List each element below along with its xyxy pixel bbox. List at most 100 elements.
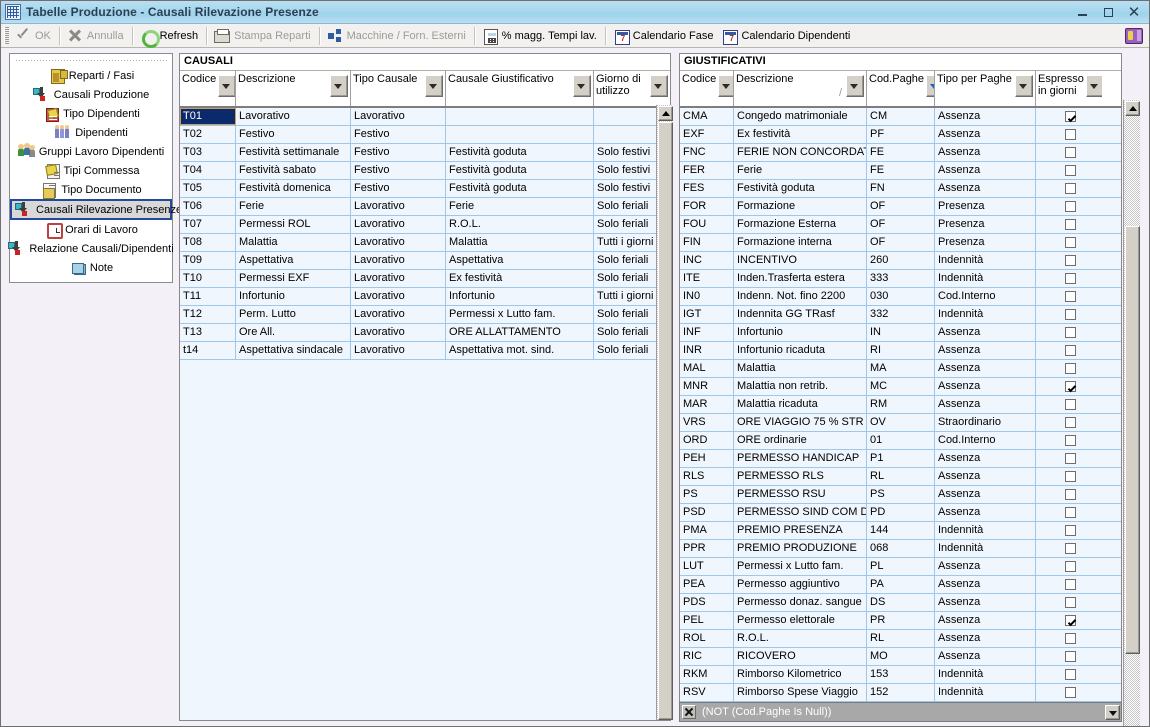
column-header-causale-giustificativo[interactable]: Causale Giustificativo <box>446 71 594 106</box>
table-row[interactable]: T07 Permessi ROL Lavorativo R.O.L. Solo feri… <box>180 216 670 234</box>
cell-codice[interactable]: PEH <box>680 450 734 467</box>
cell-codice[interactable]: PEA <box>680 576 734 593</box>
cell-codice[interactable]: FER <box>680 162 734 179</box>
checkbox[interactable] <box>1065 507 1076 518</box>
cell-tipo_per_paghe[interactable]: Assenza <box>935 180 1036 197</box>
cell-tipo_causale[interactable]: Lavorativo <box>351 216 446 233</box>
cell-cod_paghe[interactable]: 152 <box>867 684 935 701</box>
checkbox[interactable] <box>1065 111 1076 122</box>
checkbox[interactable] <box>1065 417 1076 428</box>
cell-espresso-in-giorni[interactable] <box>1036 648 1102 665</box>
column-header-descrizione[interactable]: Descrizione / <box>734 71 867 106</box>
table-row[interactable]: PEL Permesso elettorale PR Assenza <box>680 612 1121 630</box>
checkbox[interactable] <box>1065 651 1076 662</box>
cell-descrizione[interactable]: Ore All. <box>236 324 351 341</box>
cell-descrizione[interactable]: Festività goduta <box>734 180 867 197</box>
chevron-down-icon[interactable] <box>650 75 668 97</box>
cell-codice[interactable]: T03 <box>180 144 236 161</box>
cell-causale_giustificativo[interactable]: Ex festività <box>446 270 594 287</box>
cell-espresso-in-giorni[interactable] <box>1036 432 1102 449</box>
cell-tipo_per_paghe[interactable]: Indennità <box>935 306 1036 323</box>
cell-espresso-in-giorni[interactable] <box>1036 504 1102 521</box>
checkbox[interactable] <box>1065 309 1076 320</box>
cell-codice[interactable]: T12 <box>180 306 236 323</box>
cell-descrizione[interactable]: Ex festività <box>734 126 867 143</box>
cell-espresso-in-giorni[interactable] <box>1036 378 1102 395</box>
cell-codice[interactable]: RSV <box>680 684 734 701</box>
cell-descrizione[interactable]: Festivo <box>236 126 351 143</box>
table-row[interactable]: T12 Perm. Lutto Lavorativo Permessi x Lutto… <box>180 306 670 324</box>
cell-descrizione[interactable]: Malattia <box>734 360 867 377</box>
checkbox[interactable] <box>1065 381 1076 392</box>
table-row[interactable]: RIC RICOVERO MO Assenza <box>680 648 1121 666</box>
checkbox[interactable] <box>1065 615 1076 626</box>
cell-codice[interactable]: T01 <box>180 108 236 125</box>
cell-tipo_per_paghe[interactable]: Assenza <box>935 360 1036 377</box>
toolbar-button-calendario-fase[interactable]: Calendario Fase <box>610 25 719 46</box>
cell-espresso-in-giorni[interactable] <box>1036 342 1102 359</box>
checkbox[interactable] <box>1065 543 1076 554</box>
cell-descrizione[interactable]: Permessi ROL <box>236 216 351 233</box>
table-row[interactable]: T01 Lavorativo Lavorativo <box>180 108 670 126</box>
table-row[interactable]: FOR Formazione OF Presenza <box>680 198 1121 216</box>
toolbar-button-perc-magg-tempi[interactable]: % magg. Tempi lav. <box>479 25 602 46</box>
sidebar-item-relazione-causali-dipendenti[interactable]: Relazione Causali/Dipendenti <box>8 239 174 258</box>
cell-tipo_per_paghe[interactable]: Assenza <box>935 144 1036 161</box>
table-row[interactable]: MNR Malattia non retrib. MC Assenza <box>680 378 1121 396</box>
table-row[interactable]: FNC FERIE NON CONCORDATE FE Assenza <box>680 144 1121 162</box>
table-row[interactable]: FER Ferie FE Assenza <box>680 162 1121 180</box>
cell-descrizione[interactable]: Aspettativa <box>236 252 351 269</box>
cell-descrizione[interactable]: PREMIO PRESENZA <box>734 522 867 539</box>
cell-cod_paghe[interactable]: MC <box>867 378 935 395</box>
cell-codice[interactable]: PMA <box>680 522 734 539</box>
cell-descrizione[interactable]: Malattia ricaduta <box>734 396 867 413</box>
cell-causale_giustificativo[interactable]: Festività goduta <box>446 180 594 197</box>
cell-cod_paghe[interactable]: 144 <box>867 522 935 539</box>
cell-cod_paghe[interactable]: RM <box>867 396 935 413</box>
cell-espresso-in-giorni[interactable] <box>1036 414 1102 431</box>
column-header-codice[interactable]: Codice <box>680 71 734 106</box>
cell-codice[interactable]: INF <box>680 324 734 341</box>
cell-descrizione[interactable]: Malattia non retrib. <box>734 378 867 395</box>
cell-espresso-in-giorni[interactable] <box>1036 522 1102 539</box>
table-row[interactable]: T06 Ferie Lavorativo Ferie Solo feriali <box>180 198 670 216</box>
cell-descrizione[interactable]: Ferie <box>236 198 351 215</box>
cell-codice[interactable]: PSD <box>680 504 734 521</box>
cell-espresso-in-giorni[interactable] <box>1036 252 1102 269</box>
cell-causale_giustificativo[interactable]: ORE ALLATTAMENTO <box>446 324 594 341</box>
table-row[interactable]: FES Festività goduta FN Assenza <box>680 180 1121 198</box>
table-row[interactable]: LUT Permessi x Lutto fam. PL Assenza <box>680 558 1121 576</box>
cell-espresso-in-giorni[interactable] <box>1036 306 1102 323</box>
column-header-espresso-in-giorni[interactable]: Espresso in giorni <box>1036 71 1102 106</box>
chevron-down-icon[interactable] <box>926 75 934 97</box>
cell-descrizione[interactable]: Infortunio <box>734 324 867 341</box>
checkbox[interactable] <box>1065 201 1076 212</box>
cell-descrizione[interactable]: Indennita GG TRasf <box>734 306 867 323</box>
cell-causale_giustificativo[interactable]: Ferie <box>446 198 594 215</box>
cell-tipo_causale[interactable]: Lavorativo <box>351 108 446 125</box>
cell-codice[interactable]: IN0 <box>680 288 734 305</box>
table-row[interactable]: T11 Infortunio Lavorativo Infortunio Tutti i… <box>180 288 670 306</box>
cell-codice[interactable]: IGT <box>680 306 734 323</box>
cell-descrizione[interactable]: RICOVERO <box>734 648 867 665</box>
scroll-up-button[interactable] <box>657 106 673 121</box>
cell-espresso-in-giorni[interactable] <box>1036 216 1102 233</box>
cell-cod_paghe[interactable]: OF <box>867 216 935 233</box>
cell-codice[interactable]: t14 <box>180 342 236 359</box>
cell-espresso-in-giorni[interactable] <box>1036 612 1102 629</box>
cell-espresso-in-giorni[interactable] <box>1036 450 1102 467</box>
cell-tipo_per_paghe[interactable]: Indennità <box>935 270 1036 287</box>
cell-cod_paghe[interactable]: IN <box>867 324 935 341</box>
cell-tipo_per_paghe[interactable]: Assenza <box>935 126 1036 143</box>
cell-descrizione[interactable]: Permesso aggiuntivo <box>734 576 867 593</box>
table-row[interactable]: ORD ORE ordinarie 01 Cod.Interno <box>680 432 1121 450</box>
cell-cod_paghe[interactable]: 01 <box>867 432 935 449</box>
cell-cod_paghe[interactable]: MO <box>867 648 935 665</box>
table-row[interactable]: VRS ORE VIAGGIO 75 % STR OV Straordinario <box>680 414 1121 432</box>
checkbox[interactable] <box>1065 489 1076 500</box>
scroll-thumb[interactable] <box>658 122 673 720</box>
cell-cod_paghe[interactable]: PR <box>867 612 935 629</box>
checkbox[interactable] <box>1065 471 1076 482</box>
checkbox[interactable] <box>1065 291 1076 302</box>
cell-descrizione[interactable]: Formazione interna <box>734 234 867 251</box>
